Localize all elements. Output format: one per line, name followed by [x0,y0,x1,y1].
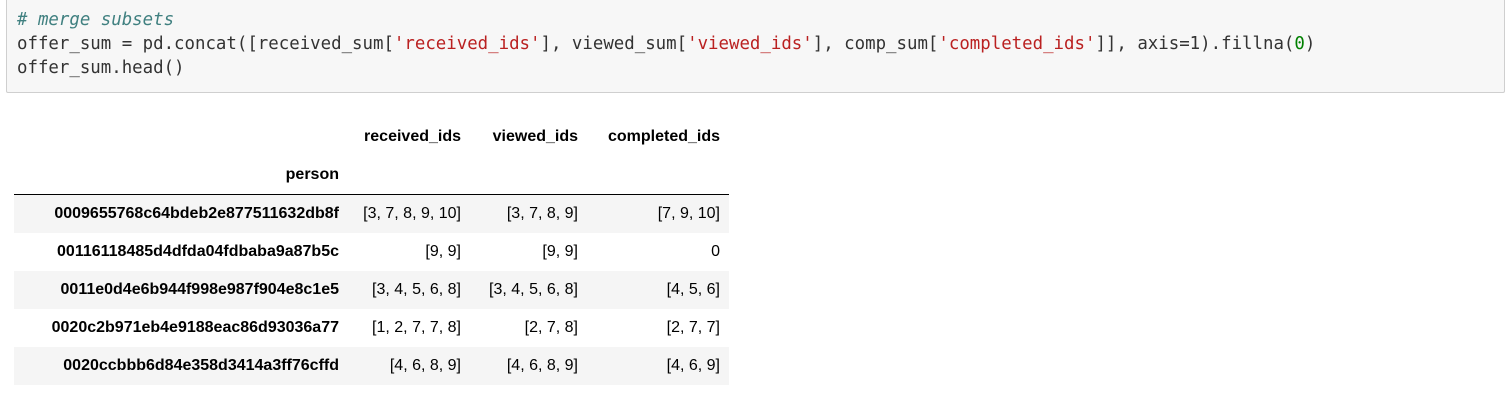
code-head-line: offer_sum.head() [17,58,185,78]
index-row-blank [587,156,729,195]
row-index-person: 0011e0d4e6b944f998e987f904e8c1e5 [14,271,348,309]
cell-completed-ids: 0 [587,233,729,271]
table-row: 00116118485d4dfda04fdbaba9a87b5c [9, 9] … [14,233,729,271]
cell-viewed-ids: [2, 7, 8] [470,309,587,347]
row-index-person: 0020ccbbb6d84e358d3414a3ff76cffd [14,347,348,385]
column-header-completed-ids: completed_ids [607,128,720,145]
code-comment: # merge subsets [17,10,175,30]
code-comment-line: # merge subsets [17,8,174,32]
dataframe-table: received_ids viewed_ids completed_ids pe… [14,118,729,385]
index-row-blank [348,156,470,195]
cell-completed-ids: [7, 9, 10] [587,194,729,233]
code-text: ) [1304,34,1316,54]
code-text: ], comp_sum[ [812,34,939,54]
cell-received-ids: [3, 4, 5, 6, 8] [348,271,470,309]
column-header-viewed-ids: viewed_ids [492,128,578,145]
row-index-person: 00116118485d4dfda04fdbaba9a87b5c [14,233,348,271]
code-number: 0 [1294,34,1305,54]
column-header-row: received_ids viewed_ids completed_ids [14,118,729,156]
index-name-header: person [14,156,348,195]
index-name-row: person [14,156,729,195]
table-row: 0020c2b971eb4e9188eac86d93036a77 [1, 2, … [14,309,729,347]
table-row: 0011e0d4e6b944f998e987f904e8c1e5 [3, 4, … [14,271,729,309]
cell-viewed-ids: [3, 4, 5, 6, 8] [470,271,587,309]
cell-received-ids: [9, 9] [348,233,470,271]
row-index-person: 0020c2b971eb4e9188eac86d93036a77 [14,309,348,347]
index-row-blank [470,156,587,195]
code-text: offer_sum = pd.concat([received_sum[ [17,34,394,54]
code-text: ], viewed_sum[ [540,34,688,54]
cell-output: received_ids viewed_ids completed_ids pe… [14,118,729,385]
cell-viewed-ids: [9, 9] [470,233,587,271]
code-text: ]], axis=1).fillna( [1095,34,1295,54]
cell-viewed-ids: [3, 7, 8, 9] [470,194,587,233]
column-header-received-ids: received_ids [364,128,461,145]
code-cell-input[interactable]: # merge subsets offer_sum = pd.concat([r… [6,0,1505,93]
cell-completed-ids: [4, 6, 9] [587,347,729,385]
cell-viewed-ids: [4, 6, 8, 9] [470,347,587,385]
table-row: 0020ccbbb6d84e358d3414a3ff76cffd [4, 6, … [14,347,729,385]
cell-received-ids: [4, 6, 8, 9] [348,347,470,385]
table-row: 0009655768c64bdeb2e877511632db8f [3, 7, … [14,194,729,233]
code-string: 'viewed_ids' [687,34,813,54]
cell-received-ids: [1, 2, 7, 7, 8] [348,309,470,347]
code-string: 'received_ids' [393,34,541,54]
row-index-person: 0009655768c64bdeb2e877511632db8f [14,194,348,233]
cell-completed-ids: [2, 7, 7] [587,309,729,347]
cell-received-ids: [3, 7, 8, 9, 10] [348,194,470,233]
column-header-blank [14,118,348,156]
code-concat-line: offer_sum = pd.concat([received_sum['rec… [17,32,1315,56]
code-string: 'completed_ids' [938,34,1096,54]
cell-completed-ids: [4, 5, 6] [587,271,729,309]
